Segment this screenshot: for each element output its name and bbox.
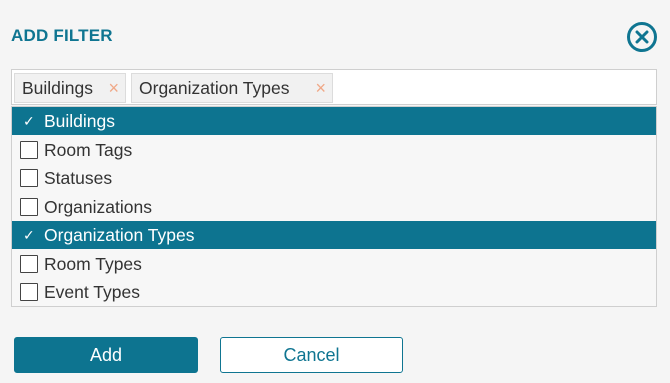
selected-tags-input[interactable]: Buildings × Organization Types × xyxy=(11,69,657,105)
checkbox[interactable] xyxy=(20,198,38,216)
option-event-types[interactable]: Event Types xyxy=(12,278,656,306)
close-circle-icon xyxy=(627,22,657,52)
option-label: Room Tags xyxy=(44,140,133,160)
option-organization-types[interactable]: ✓ Organization Types xyxy=(12,221,656,249)
checkmark-icon: ✓ xyxy=(23,113,35,129)
selected-tag-organization-types: Organization Types × xyxy=(131,73,333,103)
tag-label: Buildings xyxy=(22,78,94,98)
checkmark-icon: ✓ xyxy=(23,227,35,243)
option-label: Statuses xyxy=(44,168,113,188)
option-buildings[interactable]: ✓ Buildings xyxy=(12,107,656,135)
tag-label: Organization Types xyxy=(139,78,290,98)
filter-options-list: ✓ Buildings Room Tags Statuses Organizat… xyxy=(11,106,657,307)
checkbox[interactable] xyxy=(20,141,38,159)
close-button[interactable] xyxy=(626,21,658,53)
dialog-title: ADD FILTER xyxy=(11,26,113,45)
add-button[interactable]: Add xyxy=(14,337,198,373)
checkbox[interactable] xyxy=(20,169,38,187)
option-label: Organization Types xyxy=(44,225,195,245)
remove-tag-icon[interactable]: × xyxy=(108,74,119,102)
remove-tag-icon[interactable]: × xyxy=(315,74,326,102)
checkbox[interactable] xyxy=(20,255,38,273)
option-room-tags[interactable]: Room Tags xyxy=(12,136,656,164)
option-label: Room Types xyxy=(44,254,142,274)
checkbox[interactable] xyxy=(20,283,38,301)
selected-tag-buildings: Buildings × xyxy=(14,73,126,103)
option-room-types[interactable]: Room Types xyxy=(12,250,656,278)
option-label: Buildings xyxy=(44,111,116,131)
option-label: Event Types xyxy=(44,282,140,302)
option-organizations[interactable]: Organizations xyxy=(12,193,656,221)
option-label: Organizations xyxy=(44,197,152,217)
cancel-button[interactable]: Cancel xyxy=(220,337,403,373)
option-statuses[interactable]: Statuses xyxy=(12,164,656,192)
